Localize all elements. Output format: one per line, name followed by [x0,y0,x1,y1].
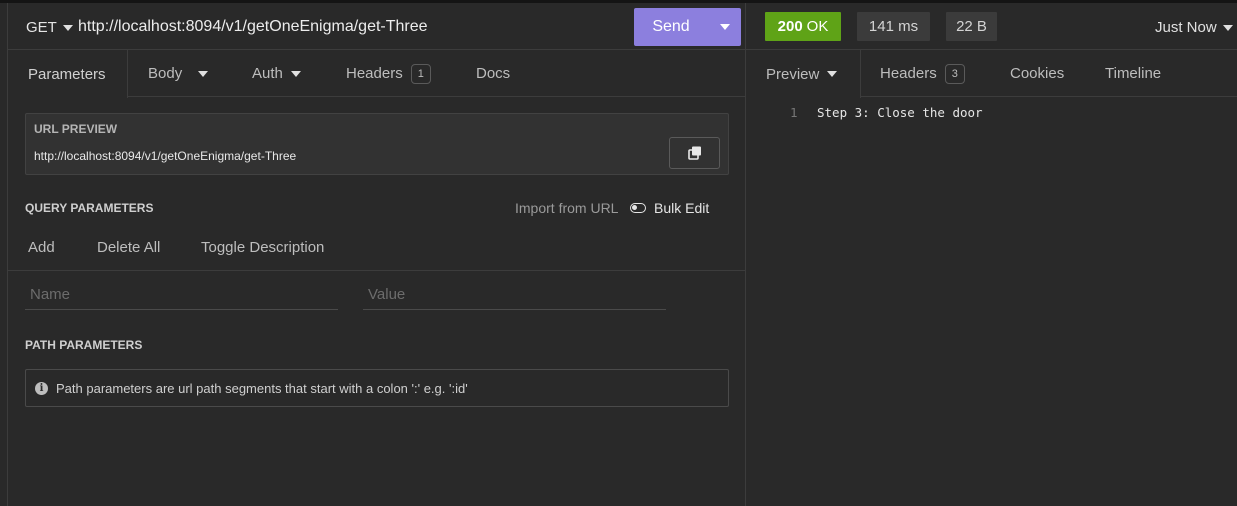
tab-headers[interactable]: Headers 1 [346,50,431,97]
tab-label: Timeline [1105,65,1162,82]
chevron-down-icon [1222,24,1233,31]
response-body-viewer[interactable]: 1 Step 3: Close the door [746,97,1237,506]
bulk-edit-toggle[interactable]: Bulk Edit [630,200,709,216]
info-icon: i [35,381,48,395]
tab-label: Docs [476,65,511,82]
tab-label: Body [148,65,183,82]
response-status-bar: 200 OK 141 ms 22 B Just Now [746,3,1237,50]
status-badge: 200 OK [765,12,841,41]
query-actions: Add Delete All Toggle Description [8,226,745,271]
tab-preview[interactable]: Preview [746,50,861,98]
copy-url-button[interactable] [669,137,720,169]
tab-label: Cookies [1010,65,1065,82]
path-parameters-info-text: Path parameters are url path segments th… [56,380,468,396]
response-time-badge: 141 ms [857,12,930,41]
response-history-dropdown[interactable]: Just Now [1155,19,1233,36]
method-label: GET [26,19,57,36]
param-value-input[interactable] [363,280,666,310]
chevron-down-icon [827,71,838,77]
url-preview-value: http://localhost:8094/v1/getOneEnigma/ge… [34,149,297,163]
chevron-down-icon [719,24,730,30]
tab-label: Headers [346,65,403,82]
chevron-down-icon [198,70,209,77]
tab-cookies[interactable]: Cookies [1010,50,1064,97]
bulk-edit-label: Bulk Edit [654,200,710,216]
request-tabs: Parameters Body Auth Headers 1 Docs [8,50,745,98]
tab-label: Parameters [28,65,106,83]
path-parameters-title: PATH PARAMETERS [25,338,143,352]
tab-label: Headers [880,65,937,82]
request-pane: GET http://localhost:8094/v1/getOneEnigm… [0,0,745,506]
toggle-description-button[interactable]: Toggle Description [201,239,324,256]
param-name-input[interactable] [25,280,338,310]
tab-label: Preview [766,65,820,83]
send-button-group: Send [634,8,741,46]
tab-parameters[interactable]: Parameters [8,50,128,98]
response-headers-count-badge: 3 [944,63,965,84]
tab-body[interactable]: Body [148,50,209,97]
response-time-ago: Just Now [1155,19,1217,36]
import-from-url-button[interactable]: Import from URL [515,200,618,216]
response-tabs: Preview Headers 3 Cookies Timeline [746,50,1237,98]
chevron-down-icon [290,70,301,77]
path-parameters-info: i Path parameters are url path segments … [25,369,729,407]
tab-docs[interactable]: Docs [476,50,510,97]
url-bar: GET http://localhost:8094/v1/getOneEnigm… [8,3,745,50]
url-input[interactable]: http://localhost:8094/v1/getOneEnigma/ge… [78,18,428,36]
tab-timeline[interactable]: Timeline [1105,50,1161,97]
status-text: OK [806,18,829,35]
status-code: 200 [777,18,803,35]
url-preview-box: URL PREVIEW http://localhost:8094/v1/get… [25,113,729,175]
copy-icon [687,146,701,160]
tab-label: Auth [252,65,283,82]
response-line-text: Step 3: Close the door [817,105,983,120]
url-preview-title: URL PREVIEW [34,122,118,136]
line-number: 1 [790,105,798,120]
chevron-down-icon [62,24,73,31]
response-size-badge: 22 B [946,12,997,41]
tab-auth[interactable]: Auth [252,50,301,97]
query-parameters-title: QUERY PARAMETERS [25,201,154,215]
delete-all-button[interactable]: Delete All [97,239,160,256]
toggle-icon [630,203,646,213]
method-dropdown[interactable]: GET [26,19,73,36]
send-options-button[interactable] [708,8,741,46]
tab-response-headers[interactable]: Headers 3 [880,50,965,97]
headers-count-badge: 1 [410,63,431,84]
send-button[interactable]: Send [634,18,708,36]
add-param-button[interactable]: Add [28,239,55,256]
